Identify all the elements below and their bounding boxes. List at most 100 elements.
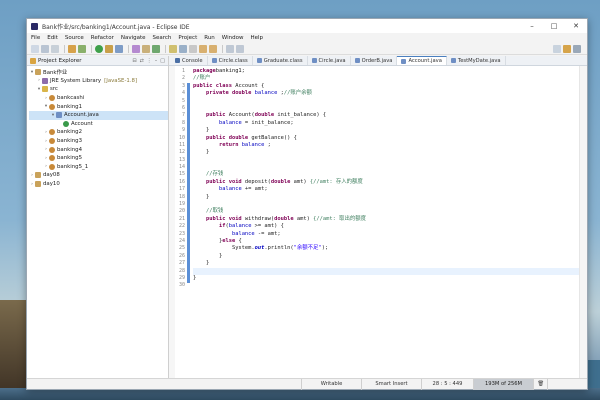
menu-search[interactable]: Search [153,35,172,41]
code-line[interactable]: return balance ; [193,142,579,149]
code-text[interactable]: packagebanking1;//账户 public class Account… [190,66,579,378]
editor-tab-orderb-java[interactable]: OrderB.java [351,56,398,65]
tree-item-bank[interactable]: ▾ Bank作业 [29,68,168,77]
code-line[interactable]: public void withdraw(double amt) {//amt:… [193,216,579,223]
tree-item-banking2[interactable]: › banking2 [29,128,168,137]
editor-tab-testmydate-java[interactable]: TestMyDate.java [447,56,506,65]
code-line[interactable]: public Account(double init_balance) { [193,112,579,119]
previous-annotation-icon[interactable] [209,44,217,53]
forward-icon[interactable] [236,44,244,53]
garbage-collect-icon[interactable]: 🗑 [533,378,547,390]
code-line[interactable]: if(balance >= amt) { [193,223,579,230]
open-type-icon[interactable] [169,44,177,53]
back-icon[interactable] [226,44,234,53]
maximize-button[interactable]: □ [543,19,565,33]
minimize-button[interactable]: – [521,19,543,33]
line-number: 26 [178,252,185,259]
code-line[interactable]: } [193,149,579,156]
tree-item-bankcashi[interactable]: › bankcashi [29,94,168,103]
run-dropdown-icon[interactable] [105,44,113,53]
link-with-editor-icon[interactable]: ⇄ [140,58,144,64]
menu-source[interactable]: Source [65,35,84,41]
code-line[interactable] [193,98,579,105]
code-line[interactable]: System.out.println("余额不足"); [193,245,579,252]
menu-project[interactable]: Project [178,35,197,41]
build-icon[interactable] [68,44,76,53]
tree-item-jre-system-library[interactable]: › JRE System Library [JavaSE-1.8] [29,77,168,86]
title-bar[interactable]: Bank作业/src/banking1/Account.java - Eclip… [27,19,587,33]
toggle-mark-icon[interactable] [189,44,197,53]
code-line[interactable]: private double balance ;//账户余额 [193,90,579,97]
menu-help[interactable]: Help [250,35,263,41]
menu-edit[interactable]: Edit [47,35,58,41]
editor-vertical-scrollbar[interactable] [579,66,587,378]
menu-window[interactable]: Window [222,35,244,41]
editor-tab-circle-class[interactable]: Circle.class [208,56,253,65]
new-package-icon[interactable] [142,44,150,53]
code-line[interactable]: } [193,260,579,267]
maximize-view-icon[interactable]: □ [160,58,165,64]
tree-item-day10[interactable]: › day10 [29,180,168,189]
view-menu-icon[interactable]: ⋮ [147,58,152,64]
run-icon[interactable] [95,44,103,53]
new-icon[interactable] [31,44,39,53]
code-line[interactable]: balance = init_balance; [193,120,579,127]
code-line[interactable]: } [193,127,579,134]
code-line[interactable]: } [193,194,579,201]
minimize-view-icon[interactable]: – [155,58,158,64]
package-icon [49,163,55,170]
close-button[interactable]: ✕ [565,19,587,33]
tab-project-explorer[interactable]: Project Explorer [30,57,81,64]
code-line[interactable]: //取钱 [193,208,579,215]
next-annotation-icon[interactable] [199,44,207,53]
tree-item-src[interactable]: ▾ src [29,85,168,94]
debug-perspective-icon[interactable] [573,44,581,53]
code-line[interactable]: public void deposit(double amt) {//amt: … [193,179,579,186]
menu-navigate[interactable]: Navigate [121,35,146,41]
code-line[interactable] [193,201,579,208]
collapse-all-icon[interactable]: ⊟ [132,58,136,64]
code-token: {//amt: 取出的额度 [313,215,367,222]
save-icon[interactable] [41,44,49,53]
code-line[interactable]: balance -= amt; [193,231,579,238]
code-line[interactable] [193,164,579,171]
tree-item-account[interactable]: Account [29,120,168,129]
code-line[interactable]: packagebanking1; [193,68,579,75]
editor-tab-console[interactable]: Console [171,56,208,65]
tree-item-banking5[interactable]: › banking5 [29,154,168,163]
code-line[interactable] [193,105,579,112]
code-line[interactable] [193,282,579,289]
save-all-icon[interactable] [51,44,59,53]
menu-refactor[interactable]: Refactor [91,35,114,41]
tree-item-banking4[interactable]: › banking4 [29,145,168,154]
status-heap-usage[interactable]: 193M of 256M [473,378,533,390]
tree-item-banking1[interactable]: ▾ banking1 [29,102,168,111]
line-number: 25 [178,245,185,252]
tree-item-banking3[interactable]: › banking3 [29,137,168,146]
editor-tab-account-java[interactable]: Account.java [397,56,447,65]
search-icon[interactable] [179,44,187,53]
code-line[interactable]: balance += amt; [193,186,579,193]
tree-item-banking5-1[interactable]: › banking5_1 [29,163,168,172]
code-line[interactable]: } [193,253,579,260]
new-class-icon[interactable] [152,44,160,53]
line-number: 30 [178,282,185,289]
editor-tab-graduate-class[interactable]: Graduate.class [253,56,308,65]
tree-item-day08[interactable]: › day08 [29,171,168,180]
menu-file[interactable]: File [31,35,40,41]
external-tools-icon[interactable] [115,44,123,53]
debug-icon[interactable] [78,44,86,53]
explorer-tab-bar: Project Explorer ⊟ ⇄ ⋮ – □ [27,56,168,66]
editor-tab-circle-java[interactable]: Circle.java [308,56,351,65]
code-line[interactable]: //账户 [193,75,579,82]
code-line[interactable]: } [193,275,579,282]
code-line[interactable]: //存钱 [193,171,579,178]
tree-item-account-java[interactable]: ▾ Account.java [29,110,168,120]
java-perspective-icon[interactable] [563,44,571,53]
menu-run[interactable]: Run [204,35,215,41]
new-java-project-icon[interactable] [132,44,140,53]
code-line[interactable] [193,267,579,275]
code-line[interactable] [193,157,579,164]
code-line[interactable]: public double getBalance() { [193,135,579,142]
open-perspective-icon[interactable] [553,44,561,53]
